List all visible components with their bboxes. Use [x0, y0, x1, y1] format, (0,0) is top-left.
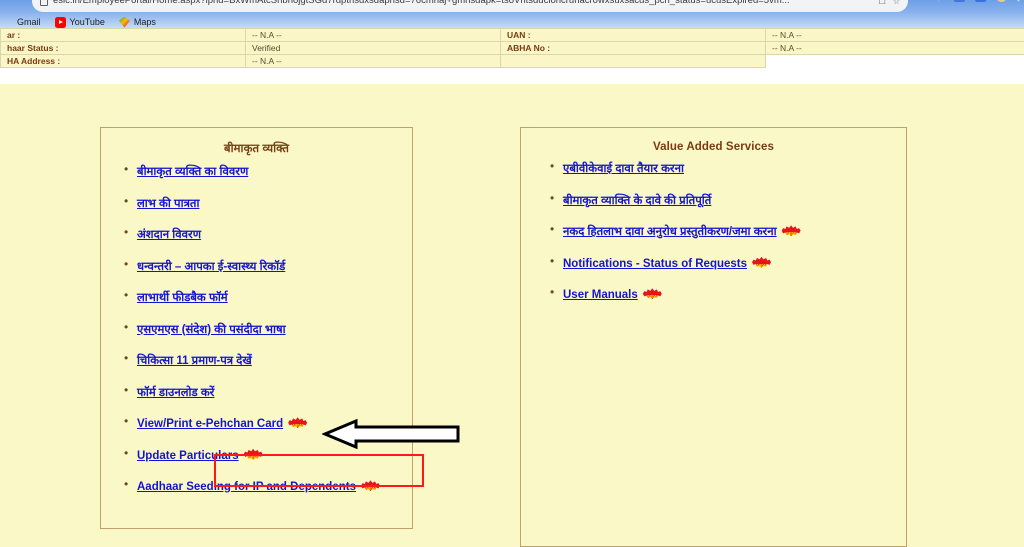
bookmark-maps[interactable]: Maps: [119, 17, 156, 28]
new-badge-icon: [752, 257, 771, 268]
list-item: नकद हितलाभ दावा अनुरोध प्रस्तुतीकरण/जमा …: [563, 224, 906, 239]
address-bar-url: esic.in/EmployeePortal/Home.aspx?iphd=Bx…: [53, 0, 874, 12]
bookmark-label: Gmail: [17, 17, 41, 27]
table-cell-label: ABHA No :: [501, 42, 766, 55]
annotation-arrow-icon: [322, 416, 462, 452]
list-item: चिकित्सा 11 प्रमाण-पत्र देखें: [137, 353, 412, 368]
table-cell-label: HA Address :: [1, 55, 246, 68]
link-medical-11-certificate[interactable]: चिकित्सा 11 प्रमाण-पत्र देखें: [137, 355, 252, 367]
link-dhanwantari-health-record[interactable]: धन्वन्तरी – आपका ई-स्वास्थ्य रिकॉर्ड: [137, 261, 285, 273]
link-update-particulars[interactable]: Update Particulars: [137, 450, 239, 462]
list-item: बीमाकृत व्यक्ति का विवरण: [137, 164, 412, 179]
share-icon[interactable]: ☐: [879, 0, 886, 6]
browser-toolbar-icons: [933, 0, 1020, 2]
link-notifications-status-of-requests[interactable]: Notifications - Status of Requests: [563, 258, 747, 270]
bookmark-label: Maps: [134, 17, 156, 27]
table-cell-value: -- N.A --: [766, 29, 1024, 42]
table-cell-value: -- N.A --: [246, 29, 501, 42]
table-row: ar : -- N.A -- UAN : -- N.A --: [1, 29, 1024, 42]
table-cell-empty: [501, 55, 766, 68]
link-contribution-details[interactable]: अंशदान विवरण: [137, 229, 201, 241]
maps-icon: [119, 17, 130, 28]
table-cell-label: ar :: [1, 29, 246, 42]
link-beneficiary-feedback-form[interactable]: लाभार्थी फीडबैक फॉर्म: [137, 292, 228, 304]
table-cell-value: -- N.A --: [766, 42, 1024, 55]
table-cell-value: -- N.A --: [246, 55, 501, 68]
link-insured-person-details[interactable]: बीमाकृत व्यक्ति का विवरण: [137, 166, 248, 178]
value-added-services-panel: Value Added Services एबीवीकेवाई दावा तैय…: [520, 127, 907, 547]
profile-avatar-icon[interactable]: [996, 0, 1007, 2]
link-sms-preferred-language[interactable]: एसएमएस (संदेश) की पसंदीदा भाषा: [137, 324, 286, 336]
new-badge-icon: [244, 449, 263, 460]
table-cell-value: Verified: [246, 42, 501, 55]
link-cash-benefit-claim-submission[interactable]: नकद हितलाभ दावा अनुरोध प्रस्तुतीकरण/जमा …: [563, 226, 777, 238]
link-insured-person-claim-reimbursement[interactable]: बीमाकृत व्याक्ति के दावे की प्रतिपूर्ति: [563, 195, 711, 207]
list-item: धन्वन्तरी – आपका ई-स्वास्थ्य रिकॉर्ड: [137, 259, 412, 274]
insured-person-panel: बीमाकृत व्यक्ति बीमाकृत व्यक्ति का विवरण…: [100, 127, 413, 529]
pinned-extension-icon[interactable]: [954, 0, 965, 2]
new-badge-icon: [643, 288, 662, 299]
portal-content-area: बीमाकृत व्यक्ति बीमाकृत व्यक्ति का विवरण…: [0, 84, 1024, 522]
list-item: एसएमएस (संदेश) की पसंदीदा भाषा: [137, 322, 412, 337]
table-cell-empty: [766, 55, 1024, 68]
table-row: haar Status : Verified ABHA No : -- N.A …: [1, 42, 1024, 55]
site-info-icon[interactable]: [40, 0, 48, 6]
table-cell-label: UAN :: [501, 29, 766, 42]
link-aadhaar-seeding[interactable]: Aadhaar Seeding for IP and Dependents: [137, 481, 356, 493]
extension-icon[interactable]: [933, 0, 944, 2]
list-item: लाभार्थी फीडबैक फॉर्म: [137, 290, 412, 305]
gmail-icon: [2, 17, 13, 28]
new-badge-icon: [288, 417, 307, 428]
insured-person-info-table: ar : -- N.A -- UAN : -- N.A -- haar Stat…: [0, 28, 1024, 68]
address-bar[interactable]: esic.in/EmployeePortal/Home.aspx?iphd=Bx…: [32, 0, 908, 12]
bookmark-youtube[interactable]: YouTube: [55, 17, 105, 28]
value-added-services-link-list: एबीवीकेवाई दावा तैयार करना बीमाकृत व्याक…: [521, 161, 906, 302]
table-row: HA Address : -- N.A --: [1, 55, 1024, 68]
youtube-icon: [55, 17, 66, 28]
page-viewport: ar : -- N.A -- UAN : -- N.A -- haar Stat…: [0, 28, 1024, 522]
bookmark-star-icon[interactable]: ☆: [893, 0, 900, 6]
menu-dots-icon[interactable]: [1017, 0, 1020, 2]
link-user-manuals[interactable]: User Manuals: [563, 289, 638, 301]
list-item: Aadhaar Seeding for IP and Dependents: [137, 479, 412, 494]
link-benefit-eligibility[interactable]: लाभ की पात्रता: [137, 198, 199, 210]
bookmark-label: YouTube: [70, 17, 105, 27]
address-bar-actions: ☐ ☆: [879, 0, 900, 6]
list-item: फॉर्म डाउनलोड करें: [137, 385, 412, 400]
link-abvkv-claim-prepare[interactable]: एबीवीकेवाई दावा तैयार करना: [563, 163, 684, 175]
new-badge-icon: [361, 480, 380, 491]
panel-title-value-added-services: Value Added Services: [521, 128, 906, 155]
link-view-print-e-pehchan-card[interactable]: View/Print e-Pehchan Card: [137, 418, 283, 430]
content-separator: [0, 72, 1024, 84]
link-download-forms[interactable]: फॉर्म डाउनलोड करें: [137, 387, 214, 399]
panel-title-insured-person: बीमाकृत व्यक्ति: [101, 128, 412, 158]
list-item: अंशदान विवरण: [137, 227, 412, 242]
table-cell-label: haar Status :: [1, 42, 246, 55]
list-item: Notifications - Status of Requests: [563, 256, 906, 271]
new-badge-icon: [782, 225, 801, 236]
list-item: एबीवीकेवाई दावा तैयार करना: [563, 161, 906, 176]
list-item: User Manuals: [563, 287, 906, 302]
list-item: लाभ की पात्रता: [137, 196, 412, 211]
list-item: बीमाकृत व्याक्ति के दावे की प्रतिपूर्ति: [563, 193, 906, 208]
bookmark-gmail[interactable]: Gmail: [2, 17, 41, 28]
second-extension-icon[interactable]: [975, 0, 986, 2]
